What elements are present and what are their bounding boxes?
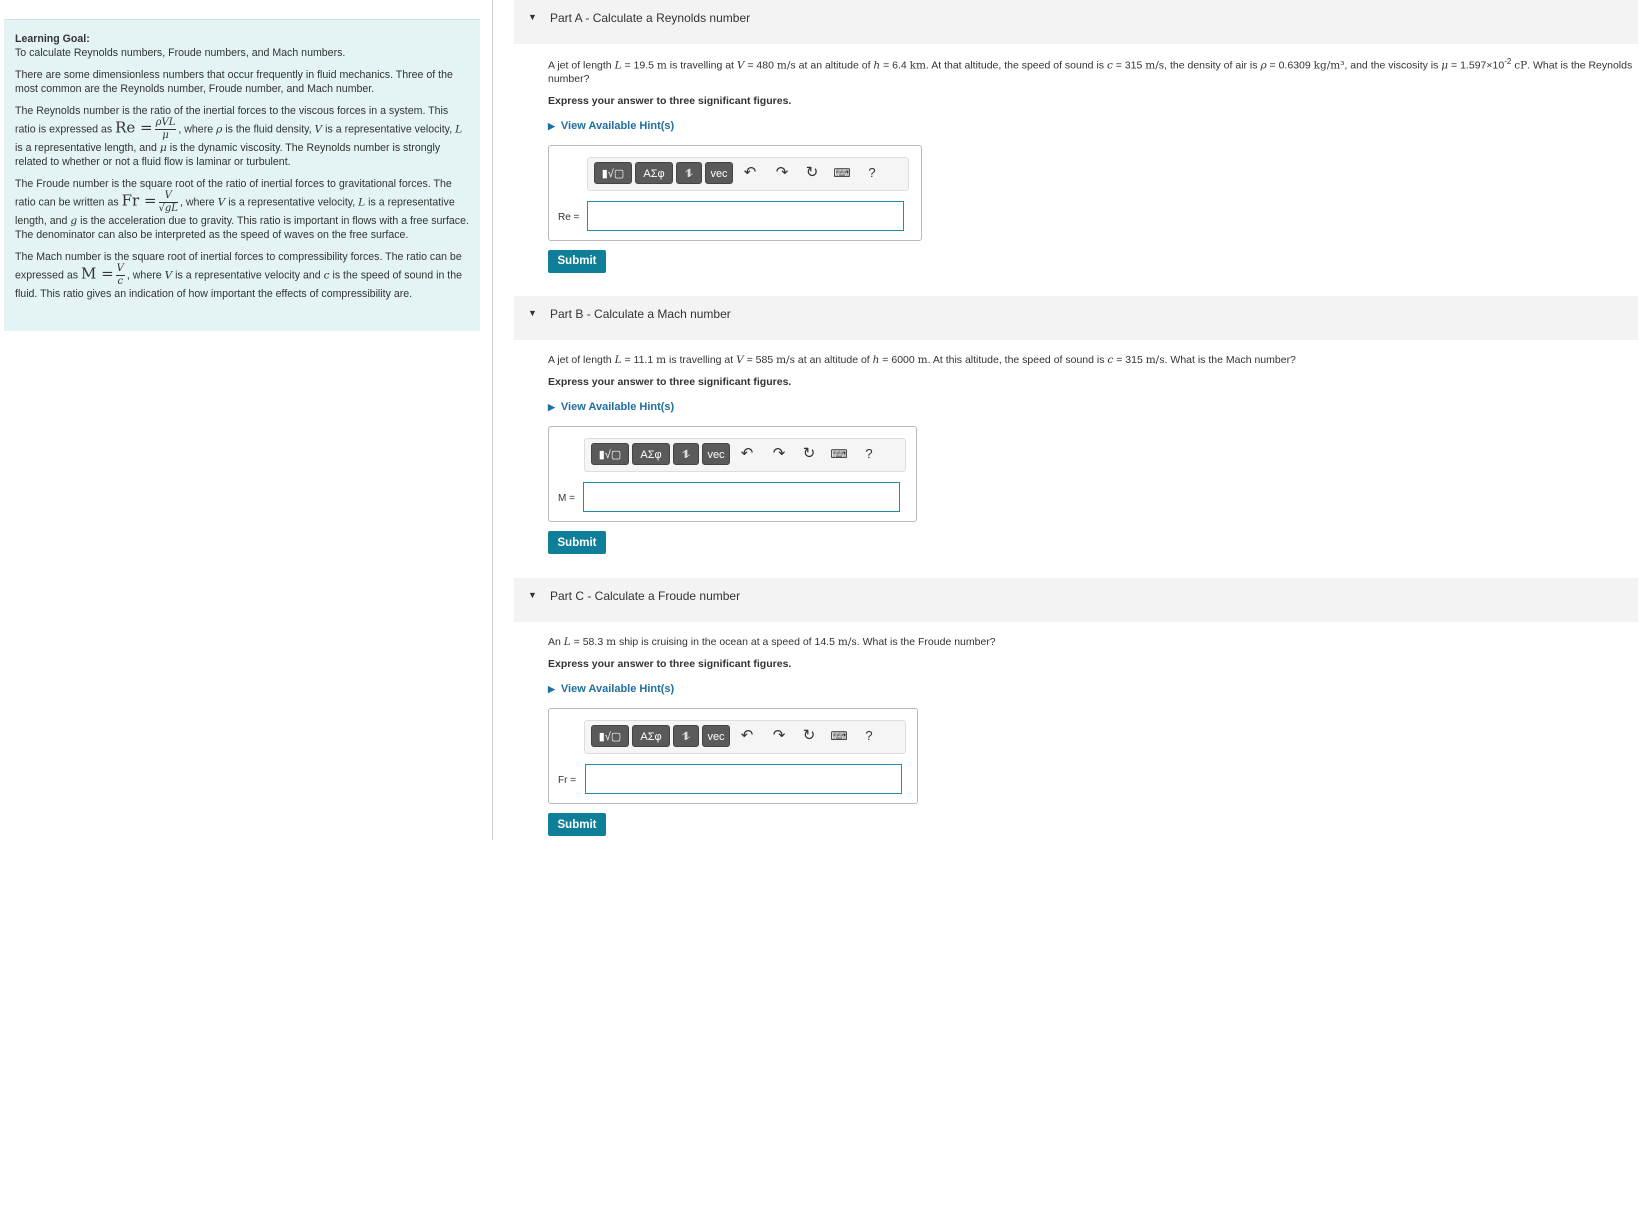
froude-text: is a representative velocity,	[225, 196, 359, 209]
vector-button[interactable]: vec	[705, 161, 733, 184]
part-a-answer-box: ▮√▢ ΑΣφ ⥮ vec ↶ ↷ ↻ ⌨ ? Re =	[548, 144, 922, 241]
learning-goal-intro: Learning Goal: To calculate Reynolds num…	[15, 32, 469, 60]
froude-paragraph: The Froude number is the square root of …	[15, 178, 469, 241]
expand-arrow-icon: ▶	[548, 684, 555, 694]
reset-icon[interactable]: ↻	[802, 162, 822, 184]
froude-text: is the acceleration due to gravity. This…	[15, 215, 469, 241]
reynolds-text: is a representative length, and	[15, 142, 160, 154]
arrows-button[interactable]: ⥮	[673, 725, 699, 747]
arrows-button[interactable]: ⥮	[673, 443, 699, 465]
help-icon[interactable]: ?	[862, 162, 882, 184]
part-a-title: Part A - Calculate a Reynolds number	[550, 11, 751, 25]
arrows-button[interactable]: ⥮	[676, 161, 702, 184]
part-c-submit-button[interactable]: Submit	[548, 813, 606, 836]
reynolds-fraction: ρVL μ	[154, 117, 177, 141]
undo-icon[interactable]: ↶	[737, 443, 757, 465]
collapse-triangle-icon[interactable]: ▼	[528, 296, 537, 332]
math-toolbar: ▮√▢ ΑΣφ ⥮ vec ↶ ↷ ↻ ⌨ ?	[584, 438, 906, 472]
help-icon[interactable]: ?	[859, 443, 879, 465]
mach-text: is a representative velocity and	[172, 269, 324, 282]
part-b: ▼ Part B - Calculate a Mach number A jet…	[514, 296, 1638, 554]
math-toolbar: ▮√▢ ΑΣφ ⥮ vec ↶ ↷ ↻ ⌨ ?	[584, 720, 906, 754]
part-c-answer-input[interactable]	[585, 764, 902, 794]
part-c-hint-link[interactable]: ▶ View Available Hint(s)	[548, 683, 1638, 697]
part-a-hint-link[interactable]: ▶ View Available Hint(s)	[548, 120, 1638, 134]
greek-symbols-button[interactable]: ΑΣφ	[632, 443, 670, 465]
reset-icon[interactable]: ↻	[799, 725, 819, 747]
reynolds-text: , where	[178, 123, 217, 136]
learning-goal-heading: Learning Goal:	[15, 33, 90, 45]
part-b-hint-link[interactable]: ▶ View Available Hint(s)	[548, 401, 1638, 415]
templates-button[interactable]: ▮√▢	[591, 443, 629, 465]
learning-goal-panel: Learning Goal: To calculate Reynolds num…	[4, 19, 480, 331]
keyboard-icon[interactable]: ⌨	[829, 443, 849, 465]
part-c-instruction: Express your answer to three significant…	[548, 658, 792, 670]
reset-icon[interactable]: ↻	[799, 443, 819, 465]
part-c-problem: An L = 58.3 m ship is cruising in the oc…	[548, 636, 996, 648]
part-c-title: Part C - Calculate a Froude number	[550, 589, 741, 603]
intro-paragraph: There are some dimensionless numbers tha…	[15, 69, 453, 95]
part-c-answer-box: ▮√▢ ΑΣφ ⥮ vec ↶ ↷ ↻ ⌨ ? Fr =	[548, 708, 918, 804]
froude-formula: Fr =	[121, 191, 157, 210]
part-a-header[interactable]: ▼ Part A - Calculate a Reynolds number	[514, 0, 1638, 44]
reynolds-paragraph: The Reynolds number is the ratio of the …	[15, 105, 463, 168]
collapse-triangle-icon[interactable]: ▼	[528, 0, 537, 36]
part-b-answer-box: ▮√▢ ΑΣφ ⥮ vec ↶ ↷ ↻ ⌨ ? M =	[548, 426, 917, 522]
part-a-answer-label: Re =	[558, 211, 580, 223]
templates-button[interactable]: ▮√▢	[594, 161, 632, 184]
part-a-submit-button[interactable]: Submit	[548, 249, 606, 273]
expand-arrow-icon: ▶	[548, 402, 555, 412]
mach-paragraph: The Mach number is the square root of in…	[15, 251, 463, 300]
part-c: ▼ Part C - Calculate a Froude number An …	[514, 578, 1638, 836]
part-b-header[interactable]: ▼ Part B - Calculate a Mach number	[514, 296, 1638, 340]
part-c-answer-label: Fr =	[558, 775, 577, 786]
reynolds-text: is the fluid density,	[222, 123, 315, 136]
part-b-answer-input[interactable]	[583, 482, 900, 512]
part-b-problem: A jet of length L = 11.1 m is travelling…	[548, 354, 1296, 366]
mach-text: , where	[126, 269, 165, 282]
math-toolbar: ▮√▢ ΑΣφ ⥮ vec ↶ ↷ ↻ ⌨ ?	[587, 156, 909, 191]
part-a: ▼ Part A - Calculate a Reynolds number A…	[514, 0, 1638, 273]
collapse-triangle-icon[interactable]: ▼	[528, 578, 537, 614]
expand-arrow-icon: ▶	[548, 120, 555, 131]
greek-symbols-button[interactable]: ΑΣφ	[632, 725, 670, 747]
keyboard-icon[interactable]: ⌨	[832, 162, 852, 184]
vector-button[interactable]: vec	[702, 725, 730, 747]
templates-button[interactable]: ▮√▢	[591, 725, 629, 747]
part-b-title: Part B - Calculate a Mach number	[550, 307, 731, 321]
redo-icon[interactable]: ↷	[772, 162, 792, 184]
learning-goal-text: To calculate Reynolds numbers, Froude nu…	[15, 47, 346, 59]
reynolds-text: is a representative velocity,	[322, 123, 456, 136]
part-a-problem: A jet of length L = 19.5 m is travelling…	[548, 57, 1633, 85]
part-c-header[interactable]: ▼ Part C - Calculate a Froude number	[514, 578, 1638, 622]
keyboard-icon[interactable]: ⌨	[829, 725, 849, 747]
froude-fraction: V √gL	[158, 190, 178, 214]
froude-text: , where	[179, 196, 218, 209]
part-b-answer-label: M =	[558, 493, 575, 504]
redo-icon[interactable]: ↷	[769, 725, 789, 747]
column-divider	[492, 0, 493, 840]
part-b-submit-button[interactable]: Submit	[548, 531, 606, 554]
vector-button[interactable]: vec	[702, 443, 730, 465]
undo-icon[interactable]: ↶	[737, 725, 757, 747]
reynolds-formula: Re =	[115, 118, 153, 137]
help-icon[interactable]: ?	[859, 725, 879, 747]
redo-icon[interactable]: ↷	[769, 443, 789, 465]
mach-fraction: Vc	[115, 263, 125, 287]
mach-formula: M =	[80, 264, 114, 283]
part-b-instruction: Express your answer to three significant…	[548, 376, 792, 388]
greek-symbols-button[interactable]: ΑΣφ	[635, 161, 673, 184]
undo-icon[interactable]: ↶	[740, 162, 760, 184]
part-a-instruction: Express your answer to three significant…	[548, 94, 792, 107]
part-a-answer-input[interactable]	[587, 200, 904, 231]
